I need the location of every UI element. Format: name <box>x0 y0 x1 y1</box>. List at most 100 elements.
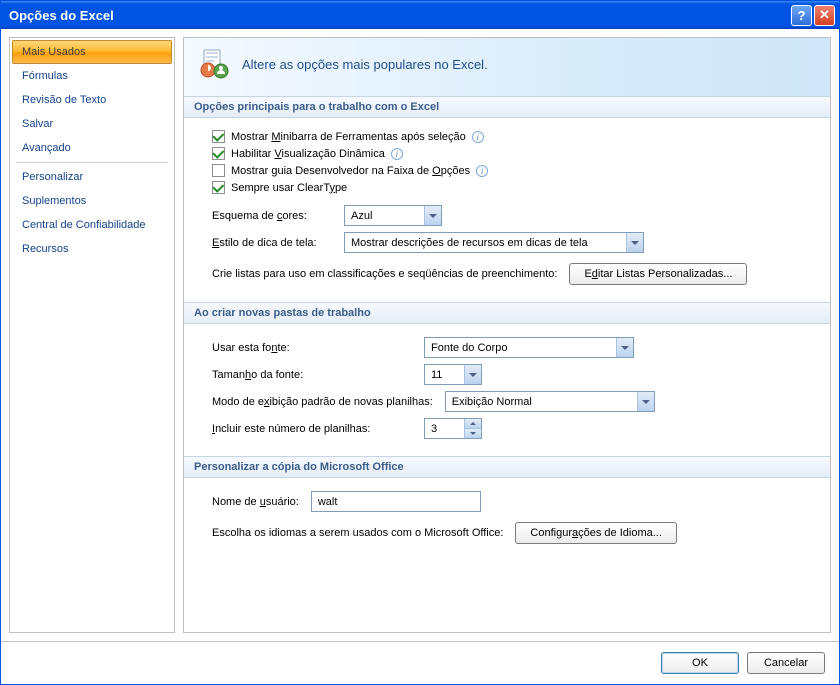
row-sheetcount: Incluir este número de planilhas: 3 <box>212 415 814 442</box>
label-username: Nome de usuário: <box>212 496 299 508</box>
sidebar-separator <box>16 162 168 163</box>
banner: Altere as opções mais populares no Excel… <box>184 38 830 96</box>
select-value: 11 <box>425 369 464 381</box>
cancel-button[interactable]: Cancelar <box>747 652 825 674</box>
checkbox-row-cleartype: Sempre usar ClearType <box>212 179 814 196</box>
row-fontsize: Tamanho da fonte: 11 <box>212 361 814 388</box>
row-username: Nome de usuário: walt <box>212 488 814 515</box>
checkbox-cleartype[interactable] <box>212 181 225 194</box>
sidebar-item-label: Personalizar <box>22 171 83 183</box>
row-color-scheme: Esquema de cores: Azul <box>212 202 814 229</box>
titlebar-buttons: ? ✕ <box>791 5 835 26</box>
checkbox-minibar[interactable] <box>212 130 225 143</box>
row-defaultview: Modo de exibição padrão de novas planilh… <box>212 388 814 415</box>
section-header-main: Opções principais para o trabalho com o … <box>184 96 830 118</box>
select-fontsize[interactable]: 11 <box>424 364 482 385</box>
row-custom-lists: Crie listas para uso em classificações e… <box>212 260 814 288</box>
checkbox-livepreview[interactable] <box>212 147 225 160</box>
banner-icon <box>198 48 230 80</box>
sidebar-item-salvar[interactable]: Salvar <box>12 112 172 136</box>
section-body-newwb: Usar esta fonte: Fonte do Corpo Tamanho … <box>184 324 830 456</box>
spinner-down[interactable] <box>465 429 481 438</box>
sidebar-item-label: Salvar <box>22 118 53 130</box>
sidebar-item-label: Revisão de Texto <box>22 94 106 106</box>
help-button[interactable]: ? <box>791 5 812 26</box>
sidebar-item-avancado[interactable]: Avançado <box>12 136 172 160</box>
label-language: Escolha os idiomas a serem usados com o … <box>212 527 503 539</box>
checkbox-row-developer: Mostrar guia Desenvolvedor na Faixa de O… <box>212 162 814 179</box>
section-body-personalize: Nome de usuário: walt Escolha os idiomas… <box>184 478 830 561</box>
sidebar-item-recursos[interactable]: Recursos <box>12 237 172 261</box>
checkbox-label: Habilitar Visualização Dinâmica <box>231 148 385 160</box>
ok-button[interactable]: OK <box>661 652 739 674</box>
sidebar-item-label: Suplementos <box>22 195 86 207</box>
checkbox-label: Mostrar guia Desenvolvedor na Faixa de O… <box>231 165 470 177</box>
sidebar-item-label: Central de Confiabilidade <box>22 219 146 231</box>
sidebar-item-revisao[interactable]: Revisão de Texto <box>12 88 172 112</box>
label-screentip: Estilo de dica de tela: <box>212 237 332 249</box>
input-username[interactable]: walt <box>311 491 481 512</box>
select-value: Mostrar descrições de recursos em dicas … <box>345 237 626 249</box>
content-pane: Altere as opções mais populares no Excel… <box>183 37 831 633</box>
row-font: Usar esta fonte: Fonte do Corpo <box>212 334 814 361</box>
sidebar-item-label: Recursos <box>22 243 68 255</box>
label-color-scheme: Esquema de cores: <box>212 210 332 222</box>
spinner-sheetcount[interactable]: 3 <box>424 418 482 439</box>
chevron-down-icon <box>616 338 633 357</box>
banner-text: Altere as opções mais populares no Excel… <box>242 57 488 72</box>
edit-custom-lists-button[interactable]: Editar Listas Personalizadas... <box>569 263 747 285</box>
chevron-down-icon <box>424 206 441 225</box>
label-font: Usar esta fonte: <box>212 342 412 354</box>
select-color-scheme[interactable]: Azul <box>344 205 442 226</box>
checkbox-label: Mostrar Minibarra de Ferramentas após se… <box>231 131 466 143</box>
sidebar-item-suplementos[interactable]: Suplementos <box>12 189 172 213</box>
button-label: Cancelar <box>764 657 808 669</box>
label-fontsize: Tamanho da fonte: <box>212 369 412 381</box>
close-button[interactable]: ✕ <box>814 5 835 26</box>
select-font[interactable]: Fonte do Corpo <box>424 337 634 358</box>
select-screentip[interactable]: Mostrar descrições de recursos em dicas … <box>344 232 644 253</box>
checkbox-row-livepreview: Habilitar Visualização Dinâmica i <box>212 145 814 162</box>
sidebar-item-formulas[interactable]: Fórmulas <box>12 64 172 88</box>
category-sidebar: Mais Usados Fórmulas Revisão de Texto Sa… <box>9 37 175 633</box>
select-value: Fonte do Corpo <box>425 342 616 354</box>
section-body-main: Mostrar Minibarra de Ferramentas após se… <box>184 118 830 302</box>
checkbox-row-minibar: Mostrar Minibarra de Ferramentas após se… <box>212 128 814 145</box>
chevron-down-icon <box>637 392 654 411</box>
info-icon[interactable]: i <box>391 148 403 160</box>
select-defaultview[interactable]: Exibição Normal <box>445 391 655 412</box>
select-value: Azul <box>345 210 424 222</box>
chevron-down-icon <box>626 233 643 252</box>
sidebar-item-central[interactable]: Central de Confiabilidade <box>12 213 172 237</box>
window-title: Opções do Excel <box>9 8 791 23</box>
content-scroll: Altere as opções mais populares no Excel… <box>184 38 830 632</box>
row-language: Escolha os idiomas a serem usados com o … <box>212 519 814 547</box>
section-header-newwb: Ao criar novas pastas de trabalho <box>184 302 830 324</box>
sidebar-item-personalizar[interactable]: Personalizar <box>12 165 172 189</box>
label-custom-lists: Crie listas para uso em classificações e… <box>212 268 557 280</box>
checkbox-label: Sempre usar ClearType <box>231 182 347 194</box>
chevron-down-icon <box>464 365 481 384</box>
button-label: OK <box>692 657 708 669</box>
language-settings-button[interactable]: Configurações de Idioma... <box>515 522 676 544</box>
info-icon[interactable]: i <box>472 131 484 143</box>
select-value: Exibição Normal <box>446 396 637 408</box>
spinner-up[interactable] <box>465 419 481 429</box>
sidebar-item-label: Fórmulas <box>22 70 68 82</box>
sidebar-item-label: Avançado <box>22 142 71 154</box>
checkbox-developer[interactable] <box>212 164 225 177</box>
section-header-personalize: Personalizar a cópia do Microsoft Office <box>184 456 830 478</box>
row-screentip: Estilo de dica de tela: Mostrar descriçõ… <box>212 229 814 256</box>
dialog-footer: OK Cancelar <box>1 641 839 684</box>
sidebar-item-label: Mais Usados <box>22 46 86 58</box>
titlebar: Opções do Excel ? ✕ <box>1 1 839 29</box>
excel-options-window: Opções do Excel ? ✕ Mais Usados Fórmulas… <box>0 0 840 685</box>
info-icon[interactable]: i <box>476 165 488 177</box>
label-sheetcount: Incluir este número de planilhas: <box>212 423 412 435</box>
spinner-buttons <box>464 419 481 438</box>
dialog-body: Mais Usados Fórmulas Revisão de Texto Sa… <box>1 29 839 641</box>
label-defaultview: Modo de exibição padrão de novas planilh… <box>212 396 433 408</box>
input-value: walt <box>318 496 338 508</box>
spinner-value: 3 <box>425 419 464 438</box>
sidebar-item-mais-usados[interactable]: Mais Usados <box>12 40 172 64</box>
